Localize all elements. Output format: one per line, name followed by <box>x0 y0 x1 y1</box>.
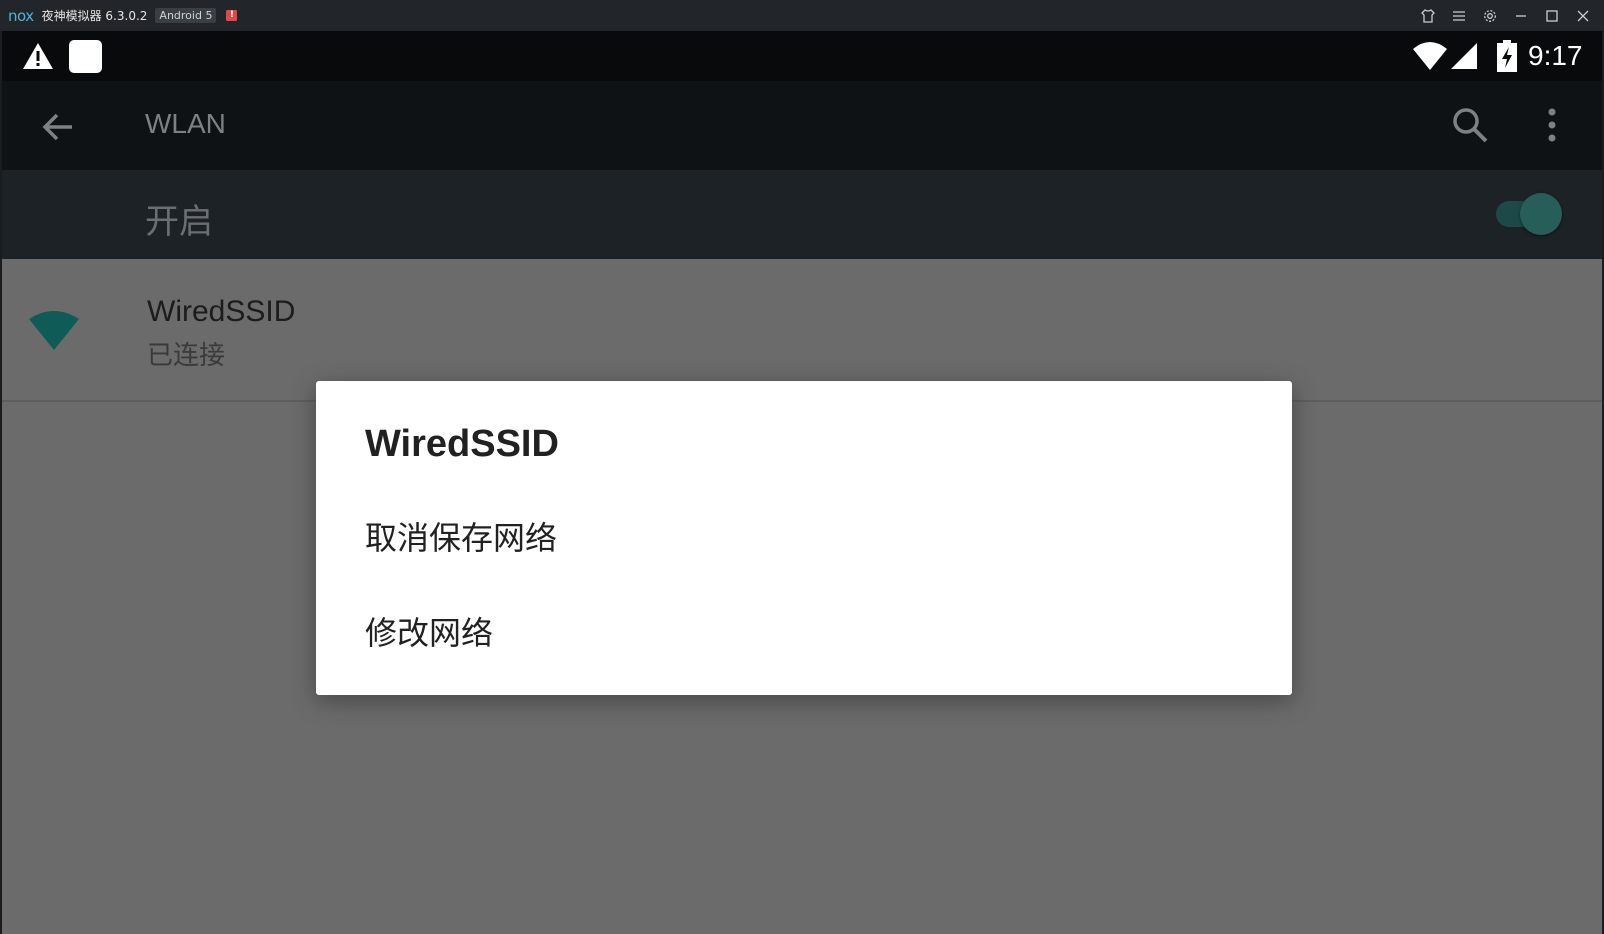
shirt-icon <box>1420 8 1435 23</box>
search-icon[interactable] <box>1450 105 1490 145</box>
wlan-switch-label: 开启 <box>145 202 213 242</box>
nox-logo: nox <box>8 6 34 25</box>
maximize-button[interactable] <box>1536 0 1567 31</box>
window-controls <box>1412 0 1598 31</box>
alert-icon[interactable]: ! <box>226 10 238 21</box>
signal-icon <box>1451 43 1477 69</box>
minimize-icon <box>1515 14 1526 17</box>
menu-button[interactable] <box>1443 0 1474 31</box>
back-arrow-icon[interactable] <box>38 107 78 147</box>
notification-square-icon <box>69 40 102 73</box>
dialog-title: WiredSSID <box>365 423 559 465</box>
network-options-dialog: WiredSSID 取消保存网络 修改网络 <box>316 381 1292 695</box>
emulator-titlebar: nox 夜神模拟器 6.3.0.2 Android 5 ! <box>0 0 1604 31</box>
android-screen: 9:17 WLAN 开启 WiredSSID 已连接 WiredSSID 取消保… <box>2 31 1602 934</box>
network-status: 已连接 <box>147 341 226 371</box>
status-bar: 9:17 <box>2 31 1602 81</box>
wlan-toggle-thumb[interactable] <box>1520 193 1562 235</box>
modify-network-option[interactable]: 修改网络 <box>365 608 493 654</box>
page-title: WLAN <box>145 108 226 139</box>
app-title: 夜神模拟器 6.3.0.2 <box>41 9 148 23</box>
wifi-icon <box>1413 42 1447 70</box>
wlan-switch-bar: 开启 <box>2 170 1602 259</box>
settings-button[interactable] <box>1474 0 1505 31</box>
more-vert-icon[interactable] <box>1542 105 1562 145</box>
warning-icon <box>23 43 53 69</box>
battery-charging-icon <box>1497 40 1517 72</box>
close-button[interactable] <box>1567 0 1598 31</box>
maximize-icon <box>1545 9 1558 22</box>
skin-button[interactable] <box>1412 0 1443 31</box>
wifi-signal-icon <box>29 311 79 350</box>
minimize-button[interactable] <box>1505 0 1536 31</box>
network-ssid: WiredSSID <box>147 295 296 328</box>
status-clock: 9:17 <box>1528 40 1583 71</box>
menu-icon <box>1452 10 1465 21</box>
gear-icon <box>1483 9 1496 22</box>
app-bar: WLAN <box>2 81 1602 170</box>
close-icon <box>1577 10 1588 21</box>
android-version-badge: Android 5 <box>155 8 217 23</box>
forget-network-option[interactable]: 取消保存网络 <box>365 513 557 559</box>
